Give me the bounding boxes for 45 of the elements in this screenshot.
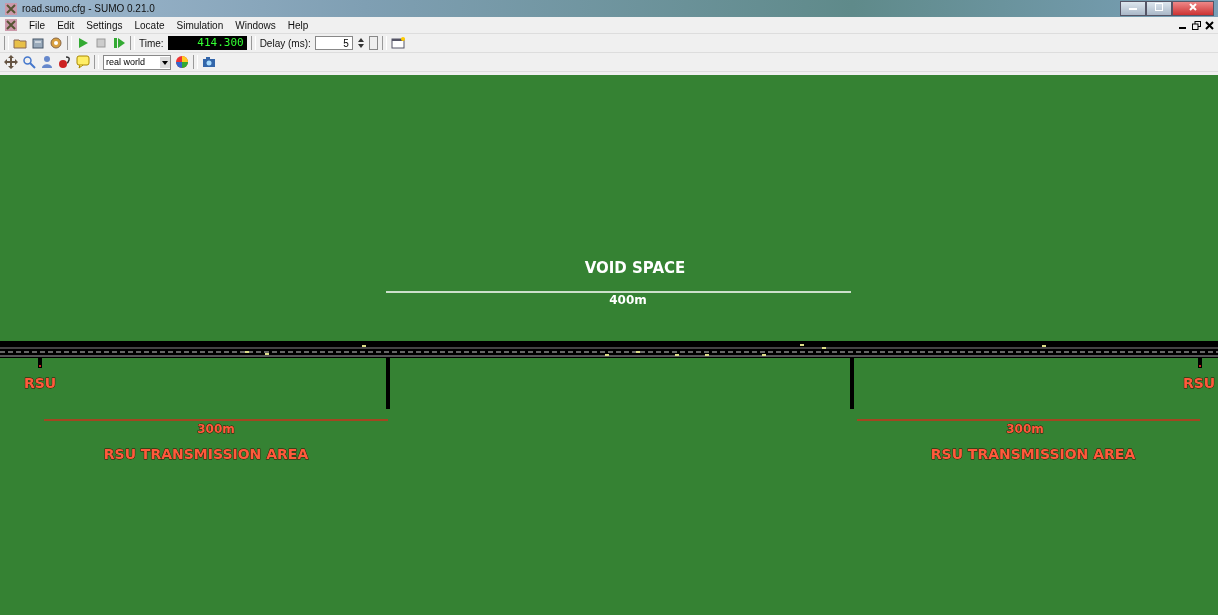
time-label: Time: [139,37,164,49]
delay-field[interactable]: 5 [314,36,353,50]
maximize-button[interactable] [1146,1,1172,16]
camera-icon[interactable] [202,55,216,69]
open-folder-icon[interactable] [13,36,27,50]
spinner-icon[interactable] [356,36,365,50]
menu-item[interactable]: Settings [85,19,124,31]
delay-label: Delay (ms): [259,37,311,49]
menu-item[interactable]: Windows [234,19,277,31]
menu-item[interactable]: File [28,19,47,31]
maximize-icon [1155,3,1163,11]
menu-item[interactable]: Locate [133,19,166,31]
restore-icon[interactable] [1192,20,1201,30]
move-icon[interactable] [4,55,18,69]
menu-item[interactable]: Help [286,19,310,31]
time-display: 414.300 [167,36,247,50]
close-icon [1189,3,1197,11]
caret-icon [160,56,170,68]
app-icon[interactable] [4,18,18,32]
step-icon[interactable] [112,36,126,50]
play-icon[interactable] [76,36,90,50]
area-label: RSU TRANSMISSION AREA [103,446,309,462]
rsu-label: RSU [23,375,57,391]
rsu-label: RSU [1182,375,1216,391]
window-icon[interactable] [390,36,405,50]
reload-icon[interactable] [31,36,45,50]
road-post [850,358,854,409]
range-label: 300m [1006,422,1044,436]
menu-item[interactable]: Edit [56,19,76,31]
void-space-label: VOID SPACE [584,259,686,277]
search-icon[interactable] [22,55,36,69]
color-wheel-icon[interactable] [175,55,189,69]
distance-label: 400m [609,293,647,307]
app-icon [4,1,18,16]
close-button[interactable] [1172,1,1214,16]
close-icon[interactable] [1205,20,1214,30]
minimize-button[interactable] [1120,1,1146,16]
window-title: road.sumo.cfg - SUMO 0.21.0 [22,3,155,14]
range-label: 300m [197,422,235,436]
scheme-dropdown[interactable]: real world [103,54,171,70]
menu-item[interactable]: Simulation [175,19,225,31]
area-label: RSU TRANSMISSION AREA [930,446,1136,462]
rsu-drawing [1198,358,1202,368]
rsu-drawing [38,358,42,368]
road-post [386,358,390,409]
